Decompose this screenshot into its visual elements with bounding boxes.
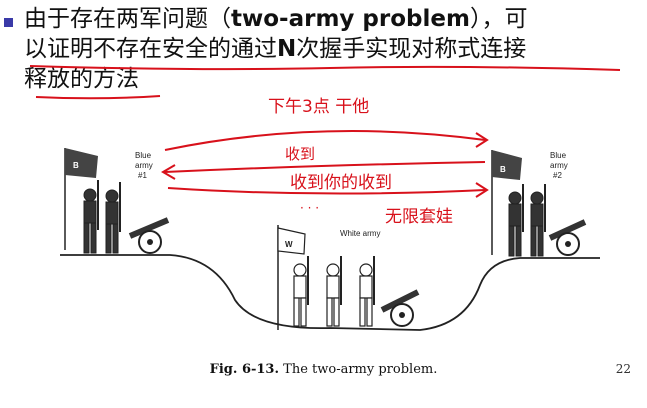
annotation-received: 收到 [285,145,315,163]
blue-army-2-cannon [548,219,587,256]
annotation-received-yours: 收到你的收到 [290,173,392,193]
page-number: 22 [615,362,631,376]
caption-label: Fig. 6-13. [209,362,280,377]
white-army-cannon [380,289,420,327]
blue-army-2-label: Blue [550,151,567,160]
figure-caption: Fig. 6-13. The two-army problem. [0,362,647,377]
blue-army-2-soldiers [508,184,546,257]
blue-army-2-label: #2 [553,171,562,180]
blue-army-1-label: #1 [138,171,147,180]
annotation-endless: 无限套娃 [385,207,453,227]
caption-text: The two-army problem. [279,362,438,377]
flag-letter-w: W [285,240,293,249]
arrow-left [164,161,486,173]
flag-letter-b: B [500,165,506,174]
blue-army-1-label: army [135,161,153,170]
two-army-figure: B Blue army #1 B Blue army #2 W White ar… [29,65,621,331]
blue-army-1-cannon [128,217,170,254]
blue-army-1-label: Blue [135,151,152,160]
white-army-soldiers [293,256,375,327]
heading-underlines [29,65,621,100]
slide: 由于存在两军问题（two-army problem），可 以证明不存在安全的通过… [0,0,647,408]
annotation-dots: · · · [300,201,319,215]
blue-army-2-label: army [550,161,568,170]
blue-army-1-soldiers [83,180,121,254]
white-army-label: White army [340,229,380,238]
arrow-right-1 [164,130,486,151]
annotation-note-top: 下午3点 干他 [268,97,369,117]
flag-letter-b: B [73,161,79,170]
